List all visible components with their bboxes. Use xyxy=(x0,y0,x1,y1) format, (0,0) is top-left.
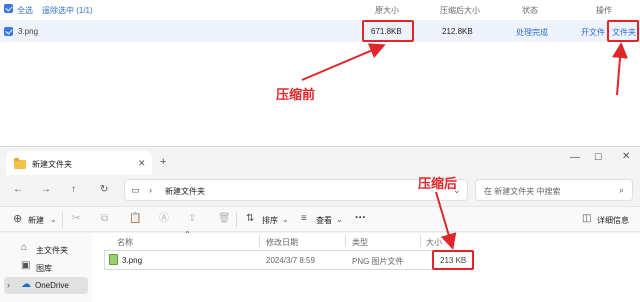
arrow-to-compressed-size xyxy=(435,191,457,250)
annotation-arrows xyxy=(301,42,628,96)
arrow-to-original-size xyxy=(301,43,386,81)
arrow-to-folder-link xyxy=(612,42,628,96)
compressor-app: 全选 遥除选中 (1/1) 原大小 压缩后大小 状态 操作 3.png 671.… xyxy=(0,0,640,140)
annotation-arrows-explorer xyxy=(435,191,457,250)
annotation-before-label: 压缩前 xyxy=(276,87,316,102)
annotation-after-label: 压缩后 xyxy=(418,176,458,191)
